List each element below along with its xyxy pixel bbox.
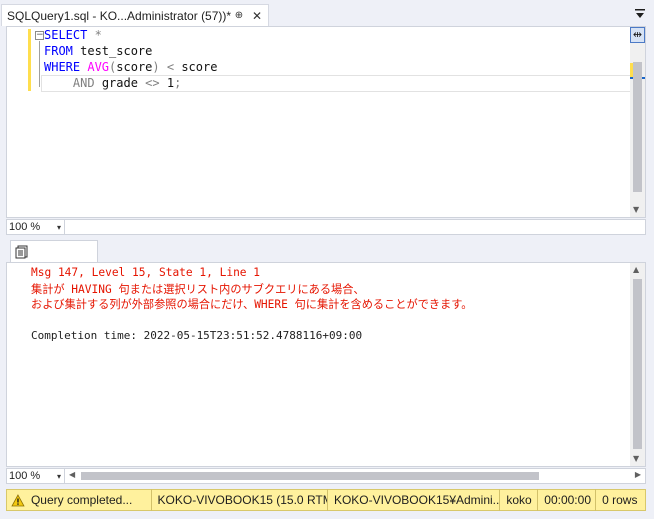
close-icon[interactable]: ✕	[250, 9, 264, 23]
code-token: score	[116, 60, 153, 74]
status-bar: Query completed... KOKO-VIVOBOOK15 (15.0…	[6, 489, 646, 511]
error-line-2: 集計が HAVING 句または選択リスト内のサブクエリにある場合、	[31, 283, 365, 296]
results-zoom-value: 100 %	[9, 470, 41, 482]
results-tab-strip: Messages	[6, 238, 646, 262]
code-line[interactable]: WHERE AVG(score) < score	[44, 59, 217, 75]
status-server: KOKO-VIVOBOOK15 (15.0 RTM)	[150, 489, 327, 511]
scroll-left-icon[interactable]: ◀	[69, 470, 75, 479]
collapse-icon[interactable]: −	[35, 31, 44, 40]
code-token: AVG	[87, 60, 110, 74]
code-line[interactable]: AND grade <> 1;	[44, 75, 217, 91]
code-token: ;	[174, 76, 182, 90]
results-zoom-select[interactable]: 100 % ▾	[7, 469, 65, 483]
editor-zoom-value: 100 %	[9, 221, 41, 233]
document-tab[interactable]: SQLQuery1.sql - KO...Administrator (57))…	[1, 4, 269, 26]
document-tab-title[interactable]: SQLQuery1.sql - KO...Administrator (57))…	[7, 9, 232, 23]
chevron-down-icon[interactable]	[634, 8, 646, 20]
results-horizontal-scrollbar[interactable]: ◀ ▶	[65, 469, 645, 483]
status-query: Query completed...	[30, 493, 133, 507]
code-token: grade	[94, 76, 146, 90]
editor-horizontal-scrollbar[interactable]	[65, 220, 645, 234]
error-line-3: および集計する列が外部参照の場合にだけ、WHERE 句に集計を含めることができま…	[31, 298, 473, 311]
tab-messages[interactable]: Messages	[10, 240, 98, 262]
split-editor-icon[interactable]: ⇹	[630, 27, 645, 43]
error-line-1: Msg 147, Level 15, State 1, Line 1	[31, 266, 261, 279]
status-elapsed-time: 00:00:00	[537, 489, 595, 511]
query-editor[interactable]: − SELECT * FROM test_score WHERE AVG(score…	[6, 26, 646, 218]
scroll-down-icon[interactable]: ▼	[633, 205, 639, 214]
results-zoom-bar: 100 % ▾ ◀ ▶	[6, 468, 646, 484]
status-database: koko	[499, 489, 537, 511]
dropdown-caret-icon: ▾	[56, 222, 61, 232]
results-hscroll-thumb[interactable]	[81, 472, 539, 480]
scroll-right-icon[interactable]: ▶	[635, 470, 641, 479]
code-line[interactable]: SELECT *	[44, 27, 217, 43]
status-login: KOKO-VIVOBOOK15¥Admini...	[326, 489, 499, 511]
pin-icon[interactable]: ⊕	[232, 9, 246, 23]
status-row-count: 0 rows	[595, 489, 645, 511]
code-token: test_score	[72, 44, 153, 58]
outline-line	[39, 41, 40, 87]
scroll-up-icon[interactable]: ▲	[633, 265, 639, 274]
code-token: FROM	[44, 44, 73, 58]
messages-scroll-thumb[interactable]	[633, 279, 642, 449]
messages-pane[interactable]: Msg 147, Level 15, State 1, Line 1 集計が H…	[6, 262, 646, 467]
warning-icon	[11, 493, 25, 506]
editor-zoom-bar: 100 % ▾	[6, 219, 646, 235]
scroll-down-icon[interactable]: ▼	[633, 454, 639, 463]
document-tab-strip: SQLQuery1.sql - KO...Administrator (57))…	[0, 0, 654, 26]
messages-icon	[15, 245, 28, 258]
editor-zoom-select[interactable]: 100 % ▾	[7, 220, 65, 234]
code-token: <>	[145, 76, 160, 90]
code-line[interactable]: FROM test_score	[44, 43, 217, 59]
editor-scroll-thumb[interactable]	[633, 62, 642, 192]
editor-vertical-scrollbar[interactable]: ⇹ ▼	[630, 27, 645, 217]
change-marker	[28, 29, 31, 91]
code-token: WHERE	[44, 60, 81, 74]
code-token: )	[152, 60, 160, 74]
code-token: *	[94, 28, 102, 42]
code-token: SELECT	[44, 28, 88, 42]
tab-messages-label: Messages	[33, 245, 87, 258]
sql-code[interactable]: SELECT * FROM test_score WHERE AVG(score) …	[44, 27, 217, 91]
code-token: score	[174, 60, 218, 74]
code-token: AND	[72, 76, 95, 90]
messages-vertical-scrollbar[interactable]: ▲ ▼	[630, 263, 645, 466]
code-token: 1	[159, 76, 175, 90]
completion-time: Completion time: 2022-05-15T23:51:52.478…	[31, 329, 363, 342]
dropdown-caret-icon: ▾	[56, 471, 61, 481]
